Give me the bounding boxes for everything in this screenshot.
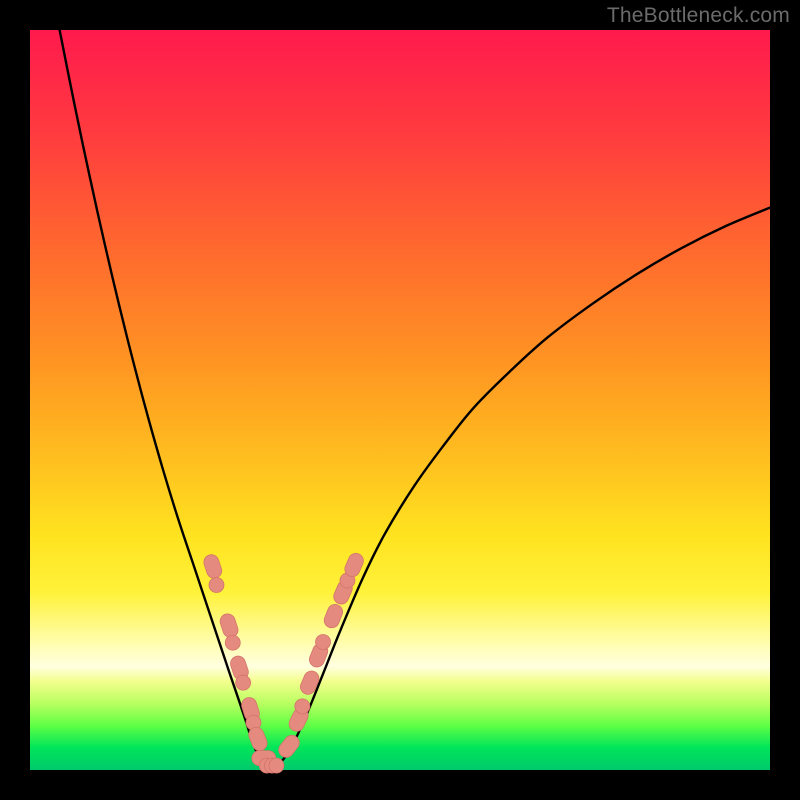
curve-left-branch bbox=[60, 30, 264, 766]
data-marker bbox=[209, 578, 224, 593]
data-marker bbox=[218, 612, 240, 640]
data-marker bbox=[269, 758, 284, 773]
data-marker bbox=[276, 732, 303, 760]
data-marker bbox=[202, 553, 224, 581]
chart-svg bbox=[30, 30, 770, 770]
chart-frame: TheBottleneck.com bbox=[0, 0, 800, 800]
data-marker bbox=[295, 699, 310, 714]
data-marker bbox=[298, 669, 321, 697]
watermark-text: TheBottleneck.com bbox=[607, 4, 790, 28]
data-marker bbox=[316, 634, 331, 649]
curve-right-branch bbox=[278, 208, 770, 766]
data-marker bbox=[236, 675, 251, 690]
data-marker bbox=[225, 635, 240, 650]
